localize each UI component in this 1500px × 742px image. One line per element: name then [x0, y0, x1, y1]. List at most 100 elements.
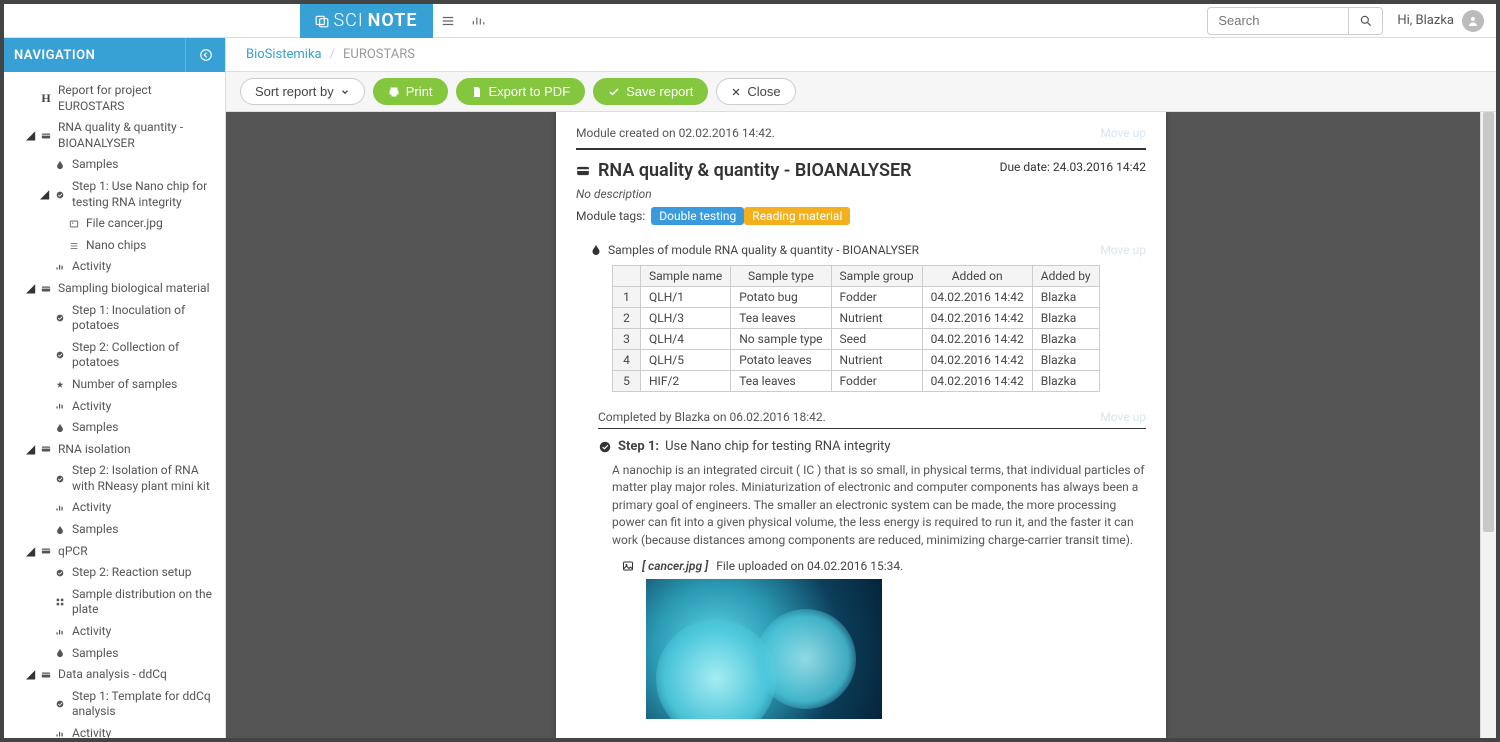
avatar: [1462, 10, 1484, 32]
save-report-button[interactable]: Save report: [593, 78, 708, 105]
circle-icon: [54, 474, 66, 484]
nav-title: NAVIGATION: [4, 48, 185, 63]
logo-icon: [315, 14, 329, 28]
nav-item[interactable]: File cancer.jpg: [10, 213, 219, 235]
nav-item-label: Step 1: Use Nano chip for testing RNA in…: [72, 179, 217, 210]
collapse-sidebar-button[interactable]: [185, 38, 225, 72]
report-toolbar: Sort report by Print Export to PDF Save …: [226, 72, 1496, 112]
drop-icon: [54, 160, 66, 170]
nav-item[interactable]: Samples: [10, 643, 219, 665]
nav-item-label: Activity: [72, 259, 217, 275]
search-input[interactable]: [1208, 8, 1348, 34]
nav-item[interactable]: Samples: [10, 417, 219, 439]
caret-icon: ◢: [40, 187, 48, 203]
drop-icon: [54, 423, 66, 433]
module-tags-row: Module tags: Double testingReading mater…: [576, 207, 1146, 225]
print-button[interactable]: Print: [373, 78, 448, 105]
search-button[interactable]: [1348, 7, 1382, 35]
nav-item[interactable]: ◢RNA quality & quantity - BIOANALYSER: [10, 117, 219, 154]
H-icon: H: [40, 91, 52, 107]
export-pdf-button[interactable]: Export to PDF: [456, 78, 586, 105]
image-icon: [622, 560, 634, 572]
nav-item-label: Activity: [72, 399, 217, 415]
nav-item[interactable]: Step 2: Reaction setup: [10, 562, 219, 584]
sort-report-button[interactable]: Sort report by: [240, 78, 365, 105]
close-icon: [731, 87, 741, 97]
nav-item[interactable]: Step 1: Template for ddCq analysis: [10, 686, 219, 723]
nav-item-label: qPCR: [58, 544, 217, 560]
report-viewport[interactable]: Module created on 02.02.2016 14:42. Move…: [226, 112, 1496, 738]
nav-item[interactable]: ◢ Step 1: Use Nano chip for testing RNA i…: [10, 176, 219, 213]
scrollbar-track[interactable]: [1480, 112, 1496, 738]
chevron-down-icon: [340, 87, 350, 97]
move-up-link[interactable]: Move up: [1100, 410, 1146, 424]
nav-item-label: RNA isolation: [58, 442, 217, 458]
nav-item[interactable]: Activity: [10, 396, 219, 418]
nav-item[interactable]: Number of samples: [10, 374, 219, 396]
nav-item[interactable]: Activity: [10, 621, 219, 643]
credit-card-icon: [576, 164, 590, 178]
table-row: 5HIF/2Tea leavesFodder04.02.2016 14:42Bl…: [613, 371, 1100, 392]
nav-item[interactable]: Step 2: Isolation of RNA with RNeasy pla…: [10, 460, 219, 497]
nav-item[interactable]: HReport for project EUROSTARS: [10, 80, 219, 117]
step-number: Step 1:: [618, 439, 659, 454]
nav-item-label: Step 2: Collection of potatoes: [72, 340, 217, 371]
nav-item[interactable]: ◢Data analysis - ddCq: [10, 664, 219, 686]
module-title-text: RNA quality & quantity - BIOANALYSER: [598, 160, 912, 181]
nav-item[interactable]: Activity: [10, 723, 219, 738]
nav-item-label: Activity: [72, 624, 217, 640]
nav-item-label: Nano chips: [86, 238, 217, 254]
file-icon: [471, 86, 483, 98]
nav-tree: HReport for project EUROSTARS◢RNA qualit…: [4, 72, 225, 738]
nav-item[interactable]: ◢Sampling biological material: [10, 278, 219, 300]
activities-button[interactable]: [463, 4, 493, 38]
circle-icon: [54, 190, 66, 200]
bars-icon: [54, 503, 66, 513]
nav-item[interactable]: Samples: [10, 154, 219, 176]
nav-item[interactable]: Nano chips: [10, 235, 219, 257]
circle-icon: [54, 313, 66, 323]
move-up-link[interactable]: Move up: [1100, 126, 1146, 140]
nav-item[interactable]: Step 1: Inoculation of potatoes: [10, 300, 219, 337]
nav-item[interactable]: ◢ RNA isolation: [10, 439, 219, 461]
breadcrumb: BioSistemika / EUROSTARS: [226, 38, 1496, 72]
nav-item-label: Samples: [72, 522, 217, 538]
table-row: 4QLH/5Potato leavesNutrient04.02.2016 14…: [613, 350, 1100, 371]
samples-header-row: Samples of module RNA quality & quantity…: [590, 243, 1146, 257]
menu-toggle-button[interactable]: [433, 4, 463, 38]
module-tags-label: Module tags:: [576, 209, 645, 223]
table-row: 1QLH/1Potato bugFodder04.02.2016 14:42Bl…: [613, 287, 1100, 308]
nav-item[interactable]: ◢qPCR: [10, 541, 219, 563]
brand-logo[interactable]: SCINOTE: [300, 4, 433, 38]
check-circle-icon: [598, 440, 612, 454]
module-tag[interactable]: Double testing: [651, 207, 744, 225]
bars-icon: [54, 401, 66, 411]
circle-icon: [54, 350, 66, 360]
nav-item[interactable]: Activity: [10, 256, 219, 278]
user-icon: [1467, 15, 1479, 27]
nav-item-label: Samples: [72, 420, 217, 436]
brand-suffix: NOTE: [368, 10, 418, 31]
module-tag[interactable]: Reading material: [744, 207, 850, 225]
nav-item[interactable]: Step 2: Collection of potatoes: [10, 337, 219, 374]
move-up-link[interactable]: Move up: [1100, 243, 1146, 257]
hamburger-icon: [441, 14, 455, 28]
close-button[interactable]: Close: [716, 78, 795, 105]
chevron-left-circle-icon: [199, 48, 213, 62]
nav-item[interactable]: Activity: [10, 497, 219, 519]
nav-item[interactable]: Samples: [10, 519, 219, 541]
nav-item[interactable]: Sample distribution on the plate: [10, 584, 219, 621]
print-icon: [388, 86, 400, 98]
search-box: [1207, 7, 1383, 35]
user-menu[interactable]: Hi, Blazka: [1397, 10, 1484, 32]
scrollbar-thumb[interactable]: [1483, 112, 1494, 532]
credit-icon: [40, 546, 52, 556]
breadcrumb-org[interactable]: BioSistemika: [246, 47, 322, 62]
file-row: [ cancer.jpg ] File uploaded on 04.02.20…: [622, 559, 1146, 573]
module-created-text: Module created on 02.02.2016 14:42.: [576, 126, 775, 140]
breadcrumb-sep: /: [330, 47, 335, 62]
nav-item-label: Step 2: Isolation of RNA with RNeasy pla…: [72, 463, 217, 494]
table-header: Added on: [922, 266, 1032, 287]
caret-icon: ◢: [26, 667, 34, 683]
caret-icon: ◢: [26, 442, 34, 458]
